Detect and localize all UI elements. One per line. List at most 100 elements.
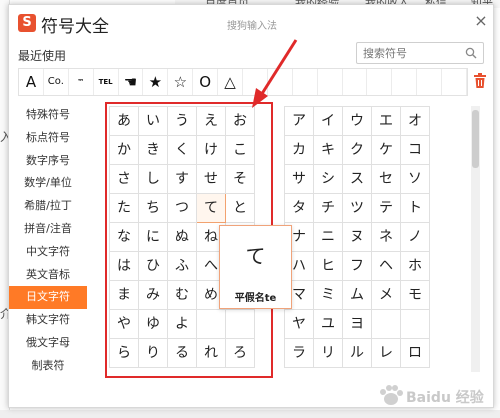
kana-cell[interactable]: む bbox=[168, 281, 197, 310]
kana-cell[interactable]: ホ bbox=[401, 252, 430, 281]
kana-cell[interactable]: そ bbox=[226, 165, 255, 194]
kana-cell[interactable]: イ bbox=[314, 107, 343, 136]
kana-cell[interactable] bbox=[372, 310, 401, 339]
kana-cell[interactable]: よ bbox=[168, 310, 197, 339]
kana-cell[interactable]: に bbox=[139, 223, 168, 252]
category-item[interactable]: 数学/单位 bbox=[9, 172, 87, 195]
category-item[interactable]: 英文音标 bbox=[9, 264, 87, 287]
kana-cell[interactable] bbox=[226, 310, 255, 339]
recent-symbol[interactable]: ★ bbox=[143, 69, 169, 95]
recent-symbol-empty[interactable] bbox=[343, 69, 368, 95]
recent-symbol[interactable]: △ bbox=[218, 69, 244, 95]
trash-icon[interactable] bbox=[473, 73, 487, 89]
category-item[interactable]: 标点符号 bbox=[9, 127, 87, 150]
kana-cell[interactable]: る bbox=[168, 339, 197, 368]
kana-cell[interactable]: タ bbox=[285, 194, 314, 223]
category-item[interactable]: 特殊符号 bbox=[9, 104, 87, 127]
kana-cell[interactable]: テ bbox=[372, 194, 401, 223]
kana-cell[interactable]: い bbox=[139, 107, 168, 136]
kana-cell[interactable]: シ bbox=[314, 165, 343, 194]
kana-cell[interactable]: ス bbox=[343, 165, 372, 194]
kana-cell[interactable]: て bbox=[197, 194, 226, 223]
kana-cell[interactable]: モ bbox=[401, 281, 430, 310]
recent-symbol[interactable]: ™ bbox=[69, 69, 94, 95]
kana-cell[interactable]: チ bbox=[314, 194, 343, 223]
kana-cell[interactable]: ヘ bbox=[372, 252, 401, 281]
kana-cell[interactable]: コ bbox=[401, 136, 430, 165]
kana-cell[interactable]: ま bbox=[110, 281, 139, 310]
search-icon[interactable] bbox=[465, 47, 477, 59]
kana-cell[interactable]: こ bbox=[226, 136, 255, 165]
recent-symbol-empty[interactable] bbox=[293, 69, 318, 95]
kana-cell[interactable]: セ bbox=[372, 165, 401, 194]
kana-cell[interactable]: ク bbox=[343, 136, 372, 165]
kana-cell[interactable]: か bbox=[110, 136, 139, 165]
kana-cell[interactable]: つ bbox=[168, 194, 197, 223]
kana-cell[interactable]: お bbox=[226, 107, 255, 136]
kana-cell[interactable]: ヤ bbox=[285, 310, 314, 339]
kana-cell[interactable]: ニ bbox=[314, 223, 343, 252]
recent-symbol-empty[interactable] bbox=[318, 69, 343, 95]
scrollbar-thumb[interactable] bbox=[472, 110, 479, 168]
kana-cell[interactable] bbox=[401, 310, 430, 339]
kana-cell[interactable]: な bbox=[110, 223, 139, 252]
kana-cell[interactable]: オ bbox=[401, 107, 430, 136]
kana-cell[interactable]: く bbox=[168, 136, 197, 165]
recent-symbol[interactable]: Co. bbox=[44, 69, 69, 95]
kana-cell[interactable]: レ bbox=[372, 339, 401, 368]
kana-cell[interactable]: ノ bbox=[401, 223, 430, 252]
recent-symbol-empty[interactable] bbox=[243, 69, 268, 95]
kana-cell[interactable]: ラ bbox=[285, 339, 314, 368]
recent-symbol[interactable]: A bbox=[19, 69, 44, 95]
kana-cell[interactable]: り bbox=[139, 339, 168, 368]
kana-cell[interactable]: ヒ bbox=[314, 252, 343, 281]
kana-cell[interactable]: ひ bbox=[139, 252, 168, 281]
category-item[interactable]: 中文字符 bbox=[9, 241, 87, 264]
category-item[interactable]: 拼音/注音 bbox=[9, 218, 87, 241]
recent-symbol-empty[interactable] bbox=[417, 69, 443, 95]
kana-cell[interactable]: ル bbox=[343, 339, 372, 368]
kana-cell[interactable]: ツ bbox=[343, 194, 372, 223]
kana-cell[interactable]: う bbox=[168, 107, 197, 136]
kana-cell[interactable]: け bbox=[197, 136, 226, 165]
category-item[interactable]: 韩文字符 bbox=[9, 309, 87, 332]
kana-cell[interactable]: れ bbox=[197, 339, 226, 368]
category-item[interactable]: 制表符 bbox=[9, 355, 87, 378]
kana-cell[interactable]: は bbox=[110, 252, 139, 281]
kana-cell[interactable]: あ bbox=[110, 107, 139, 136]
scrollbar[interactable] bbox=[471, 106, 480, 372]
kana-cell[interactable]: ロ bbox=[401, 339, 430, 368]
search-box[interactable] bbox=[356, 42, 484, 64]
kana-cell[interactable]: メ bbox=[372, 281, 401, 310]
recent-symbol[interactable]: TEL bbox=[94, 69, 119, 95]
kana-cell[interactable]: ぬ bbox=[168, 223, 197, 252]
close-icon[interactable]: × bbox=[473, 13, 489, 29]
recent-symbol-empty[interactable] bbox=[392, 69, 418, 95]
recent-symbol[interactable]: ☆ bbox=[168, 69, 194, 95]
kana-cell[interactable]: ケ bbox=[372, 136, 401, 165]
kana-cell[interactable]: ヨ bbox=[343, 310, 372, 339]
category-item[interactable]: 希腊/拉丁 bbox=[9, 195, 87, 218]
recent-symbol-empty[interactable] bbox=[442, 69, 468, 95]
kana-cell[interactable]: フ bbox=[343, 252, 372, 281]
kana-cell[interactable]: ミ bbox=[314, 281, 343, 310]
recent-symbol-empty[interactable] bbox=[367, 69, 393, 95]
category-item[interactable]: 日文字符 bbox=[9, 286, 87, 310]
kana-cell[interactable]: え bbox=[197, 107, 226, 136]
kana-cell[interactable]: ア bbox=[285, 107, 314, 136]
kana-cell[interactable]: サ bbox=[285, 165, 314, 194]
kana-cell[interactable]: ト bbox=[401, 194, 430, 223]
recent-symbol-empty[interactable] bbox=[268, 69, 293, 95]
kana-cell[interactable]: ろ bbox=[226, 339, 255, 368]
kana-cell[interactable]: き bbox=[139, 136, 168, 165]
kana-cell[interactable]: す bbox=[168, 165, 197, 194]
kana-cell[interactable]: ユ bbox=[314, 310, 343, 339]
kana-cell[interactable]: ふ bbox=[168, 252, 197, 281]
kana-cell[interactable]: さ bbox=[110, 165, 139, 194]
kana-cell[interactable]: リ bbox=[314, 339, 343, 368]
kana-cell[interactable] bbox=[197, 310, 226, 339]
kana-cell[interactable]: ゆ bbox=[139, 310, 168, 339]
search-input[interactable] bbox=[363, 46, 461, 60]
kana-cell[interactable]: エ bbox=[372, 107, 401, 136]
kana-cell[interactable]: ム bbox=[343, 281, 372, 310]
